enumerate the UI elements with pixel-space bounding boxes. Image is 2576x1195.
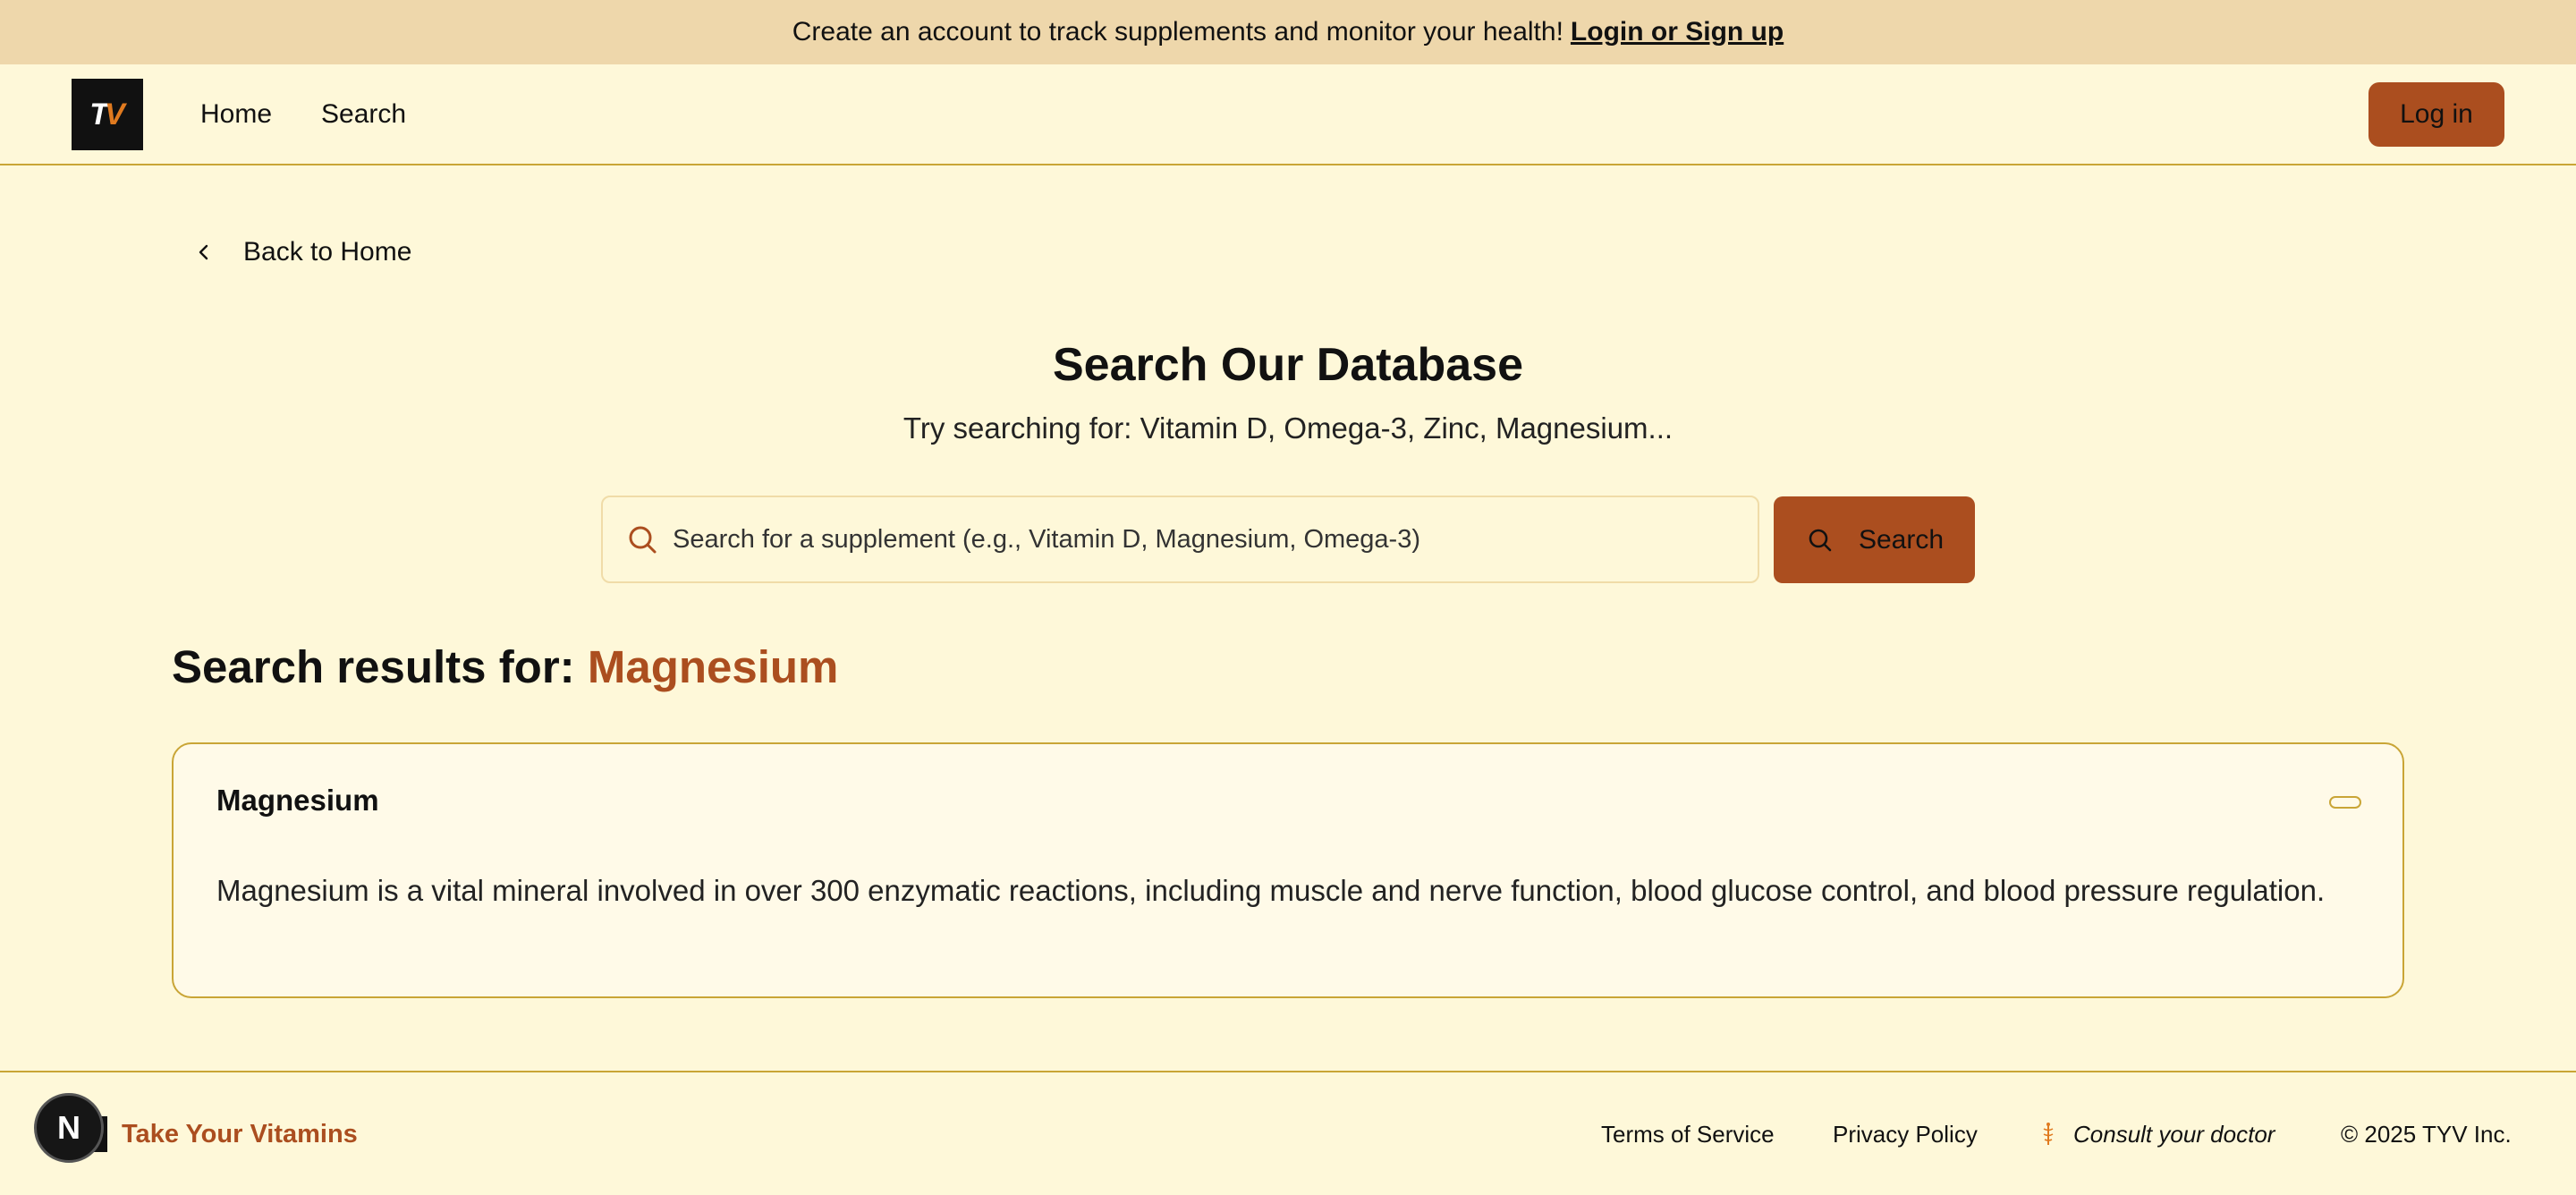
navbar: TV Home Search Log in — [0, 64, 2576, 165]
consult-doctor-note: Consult your doctor — [2039, 1118, 2275, 1150]
page-title: Search Our Database — [1052, 339, 1524, 391]
copyright: © 2025 TYV Inc. — [2341, 1121, 2512, 1148]
caduceus-icon — [2039, 1122, 2057, 1147]
tyv-logo[interactable]: TV — [72, 79, 143, 150]
footer-brand[interactable]: Take Your Vitamins — [122, 1116, 358, 1152]
dev-tools-badge[interactable]: N — [34, 1093, 104, 1163]
login-signup-link[interactable]: Login or Sign up — [1571, 17, 1784, 47]
banner-text: Create an account to track supplements a… — [792, 17, 1563, 47]
back-label: Back to Home — [243, 237, 412, 267]
nav-search-link[interactable]: Search — [321, 97, 406, 132]
back-to-home-link[interactable]: Back to Home — [195, 234, 411, 270]
nav-home-link[interactable]: Home — [200, 97, 272, 132]
results-prefix: Search results for: — [172, 641, 575, 692]
privacy-policy-link[interactable]: Privacy Policy — [1833, 1118, 1978, 1150]
logo-letters: T — [89, 97, 108, 131]
search-button[interactable]: Search — [1774, 496, 1975, 583]
consult-text: Consult your doctor — [2073, 1121, 2275, 1148]
login-button[interactable]: Log in — [2368, 82, 2504, 147]
results-heading: Search results for: Magnesium — [172, 640, 838, 693]
chevron-left-icon — [195, 234, 231, 270]
search-icon — [624, 521, 660, 557]
result-description: Magnesium is a vital mineral involved in… — [216, 874, 2326, 907]
search-button-label: Search — [1858, 524, 1945, 555]
search-field[interactable] — [601, 496, 1759, 583]
collapse-toggle-icon[interactable] — [2329, 796, 2361, 809]
search-input[interactable] — [673, 513, 1728, 566]
page-subtitle: Try searching for: Vitamin D, Omega-3, Z… — [902, 411, 1674, 445]
signup-banner: Create an account to track supplements a… — [0, 0, 2576, 64]
results-term: Magnesium — [587, 641, 839, 692]
terms-of-service-link[interactable]: Terms of Service — [1601, 1118, 1775, 1150]
result-title: Magnesium — [216, 784, 379, 817]
result-card[interactable]: Magnesium Magnesium is a vital mineral i… — [172, 742, 2404, 998]
search-icon — [1805, 525, 1835, 555]
